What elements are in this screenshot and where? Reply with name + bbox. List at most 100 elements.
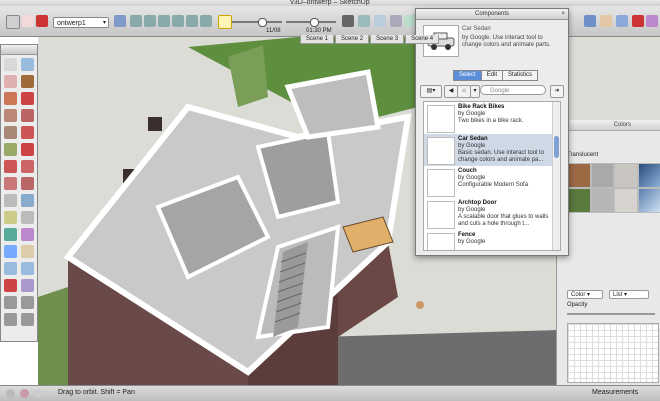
opacity-slider[interactable] [567,313,655,315]
date-label: 11/08 [266,28,281,34]
freehand-icon[interactable] [21,126,34,139]
offset-icon[interactable] [21,177,34,190]
iso-view-icon[interactable] [130,15,142,27]
dimension-icon[interactable] [21,194,34,207]
close-icon[interactable]: × [561,9,565,19]
move-icon[interactable] [4,143,17,156]
left-view-icon[interactable] [200,15,212,27]
look-around-icon[interactable] [21,296,34,309]
swatch[interactable] [638,188,660,213]
date-slider[interactable] [232,21,282,23]
circle-icon[interactable] [4,109,17,122]
zoom-window-icon[interactable] [21,262,34,275]
fog-icon[interactable] [342,15,354,27]
3d-text-icon[interactable] [21,228,34,241]
zoom-icon[interactable] [4,262,17,275]
credits-icon[interactable] [34,389,43,398]
components-tabs: Select Edit Statistics [454,70,538,81]
tab-scene-3[interactable]: Scene 3 [370,35,404,44]
top-view-icon[interactable] [144,15,156,27]
color-mode-dropdown[interactable]: Color ▾ [567,290,603,299]
time-slider[interactable] [286,21,336,23]
material-category[interactable]: Translucent [567,152,598,158]
section-plane-icon[interactable] [21,313,34,326]
back-view-icon[interactable] [186,15,198,27]
shadows-icon[interactable] [218,15,232,29]
zoom-tool-icon[interactable] [616,15,628,27]
arc-icon[interactable] [21,109,34,122]
layer-manager-icon[interactable] [114,15,126,27]
eraser-tool-icon[interactable] [22,15,34,27]
zoom-extents-icon[interactable] [4,279,17,292]
select-tool-icon[interactable] [6,15,20,29]
position-camera-icon[interactable] [4,296,17,309]
back-button[interactable]: ◀ [444,85,458,98]
swatch[interactable] [591,163,615,188]
line-icon[interactable] [21,92,34,105]
swatch[interactable] [614,188,638,213]
orbit-icon[interactable] [4,245,17,258]
walk-icon[interactable] [4,313,17,326]
info-icon[interactable] [6,389,15,398]
swatch[interactable] [567,188,591,213]
tab-select[interactable]: Select [453,70,482,81]
fence-icon [427,233,455,251]
scale-icon[interactable] [4,177,17,190]
list-item[interactable]: Couch by Google Configurable Modern Sofa [424,166,552,198]
view-options-button[interactable]: ▤▾ [420,85,442,98]
item-desc: Basic sedan. Use interact tool to change… [458,150,550,164]
orbit-tool-icon[interactable] [584,15,596,27]
search-go-button[interactable]: ➜ [550,85,564,98]
select-icon[interactable] [4,58,17,71]
right-view-icon[interactable] [172,15,184,27]
tab-statistics[interactable]: Statistics [502,70,538,81]
layer-dropdown[interactable]: ontwerp1▾ [53,17,109,28]
xray-icon[interactable] [358,15,370,27]
rectangle-icon[interactable] [4,92,17,105]
tab-scene-1[interactable]: Scene 1 [300,35,334,44]
swatch[interactable] [591,188,615,213]
swatch[interactable] [638,163,660,188]
layer-value: ontwerp1 [57,20,86,27]
swatch[interactable] [614,163,638,188]
tape-measure-icon[interactable] [4,194,17,207]
rotate-icon[interactable] [4,160,17,173]
item-desc: A scalable door that glues to walls and … [458,214,550,228]
wireframe-icon[interactable] [374,15,386,27]
couch-icon [427,169,455,197]
search-input[interactable]: Google [480,85,546,95]
hidden-line-icon[interactable] [390,15,402,27]
nav-dropdown-button[interactable]: ▾ [470,85,480,98]
list-item[interactable]: Car Sedan by Google Basic sedan. Use int… [424,134,552,166]
polygon-icon[interactable] [4,126,17,139]
home-button[interactable]: ⌂ [457,85,471,98]
axes-icon[interactable] [4,228,17,241]
eraser-icon[interactable] [4,75,17,88]
pencil-tool-icon[interactable] [36,15,48,27]
protractor-icon[interactable] [4,211,17,224]
date-slider-knob[interactable] [258,18,267,27]
front-view-icon[interactable] [158,15,170,27]
geo-location-icon[interactable] [20,389,29,398]
make-component-icon[interactable] [21,58,34,71]
tab-edit[interactable]: Edit [481,70,503,81]
text-icon[interactable] [21,211,34,224]
time-slider-knob[interactable] [310,18,319,27]
follow-me-icon[interactable] [21,160,34,173]
list-scrollbar-thumb[interactable] [554,136,559,158]
list-scrollbar[interactable] [552,102,560,250]
tab-scene-2[interactable]: Scene 2 [335,35,369,44]
color-view-dropdown[interactable]: List ▾ [609,290,649,299]
list-item[interactable]: Fence by Google [424,230,552,251]
tab-scene-4[interactable]: Scene 4 [405,35,439,44]
list-item[interactable]: Archtop Door by Google A scalable door t… [424,198,552,230]
swatch[interactable] [567,163,591,188]
list-item[interactable]: Bike Rack Bikes by Google Two bikes in a… [424,102,552,134]
pan-tool-icon[interactable] [600,15,612,27]
push-pull-icon[interactable] [21,143,34,156]
paint-bucket-icon[interactable] [21,75,34,88]
previous-view-icon[interactable] [646,15,658,27]
pan-icon[interactable] [21,245,34,258]
previous-icon[interactable] [21,279,34,292]
zoom-extents-icon[interactable] [632,15,644,27]
